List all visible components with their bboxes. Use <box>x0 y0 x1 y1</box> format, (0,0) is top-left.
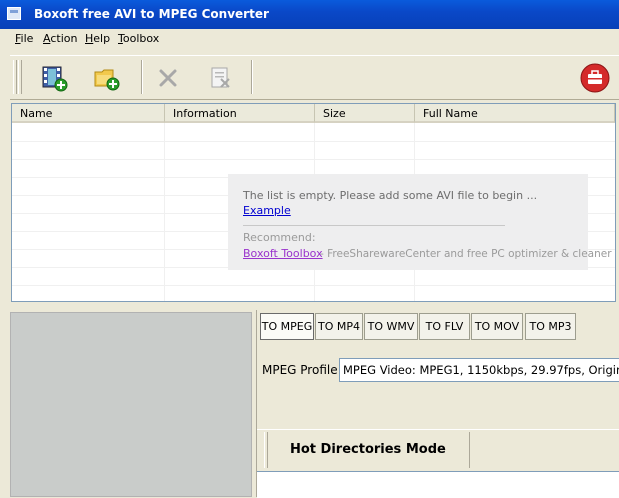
tab-to-mp4[interactable]: TO MP4 <box>315 313 363 340</box>
tab-to-wmv[interactable]: TO WMV <box>364 313 418 340</box>
toolbar-grip[interactable] <box>13 60 17 94</box>
hot-directories-mode-button[interactable]: Hot Directories Mode <box>273 432 470 468</box>
divider <box>243 225 505 226</box>
add-video-icon <box>42 66 68 92</box>
grid-line <box>12 285 615 286</box>
toolbar-separator <box>141 60 143 94</box>
toolbar <box>10 55 619 100</box>
menu-help[interactable]: Help <box>83 31 112 46</box>
title-bar: Boxoft free AVI to MPEG Converter <box>0 0 619 29</box>
column-header-information[interactable]: Information <box>165 104 315 123</box>
column-header-size[interactable]: Size <box>315 104 415 123</box>
empty-list-message: The list is empty. Please add some AVI f… <box>243 189 538 202</box>
file-list[interactable]: Name Information Size Full Name The list… <box>11 103 616 302</box>
toolbox-description: - FreeSharewareCenter and free PC optimi… <box>320 248 612 260</box>
grid-line <box>12 141 615 142</box>
column-header-name[interactable]: Name <box>12 104 165 123</box>
clear-list-button[interactable] <box>207 64 235 92</box>
remove-button[interactable] <box>154 64 182 92</box>
remove-icon <box>159 69 177 87</box>
toolbox-button[interactable] <box>580 63 610 93</box>
menu-bar: File Action Help Toolbox <box>0 29 619 49</box>
toolbar-grip[interactable] <box>18 60 22 94</box>
example-link[interactable]: Example <box>243 204 291 217</box>
add-folder-icon <box>94 69 120 91</box>
tab-to-mpeg[interactable]: TO MPEG <box>260 313 314 340</box>
hot-directories-bar: Hot Directories Mode <box>257 429 619 470</box>
boxoft-toolbox-link[interactable]: Boxoft Toolbox <box>243 247 323 260</box>
list-header: Name Information Size Full Name <box>12 104 615 123</box>
menu-file[interactable]: File <box>13 31 35 46</box>
clear-list-icon <box>211 67 230 88</box>
column-header-full-name[interactable]: Full Name <box>415 104 615 123</box>
recommend-label: Recommend: <box>243 231 316 244</box>
tab-to-mp3[interactable]: TO MP3 <box>525 313 576 340</box>
empty-list-panel: The list is empty. Please add some AVI f… <box>228 174 612 270</box>
toolbar-grip[interactable] <box>264 432 268 468</box>
add-video-button[interactable] <box>40 64 68 92</box>
video-preview <box>10 312 252 497</box>
toolbar-separator <box>251 60 253 94</box>
profile-select[interactable]: MPEG Video: MPEG1, 1150kbps, 29.97fps, O… <box>339 358 619 382</box>
app-icon[interactable] <box>7 7 21 20</box>
toolbox-icon <box>580 63 610 93</box>
tab-to-mov[interactable]: TO MOV <box>471 313 523 340</box>
profile-label: MPEG Profile: <box>262 363 342 377</box>
tab-to-flv[interactable]: TO FLV <box>419 313 470 340</box>
window-title: Boxoft free AVI to MPEG Converter <box>34 7 269 21</box>
menu-toolbox[interactable]: Toolbox <box>116 31 161 46</box>
add-folder-button[interactable] <box>93 64 121 92</box>
hot-directories-pane[interactable] <box>257 471 619 498</box>
output-settings-panel: TO MPEG TO MP4 TO WMV TO FLV TO MOV TO M… <box>256 310 619 498</box>
grid-line <box>12 159 615 160</box>
menu-action[interactable]: Action <box>41 31 79 46</box>
